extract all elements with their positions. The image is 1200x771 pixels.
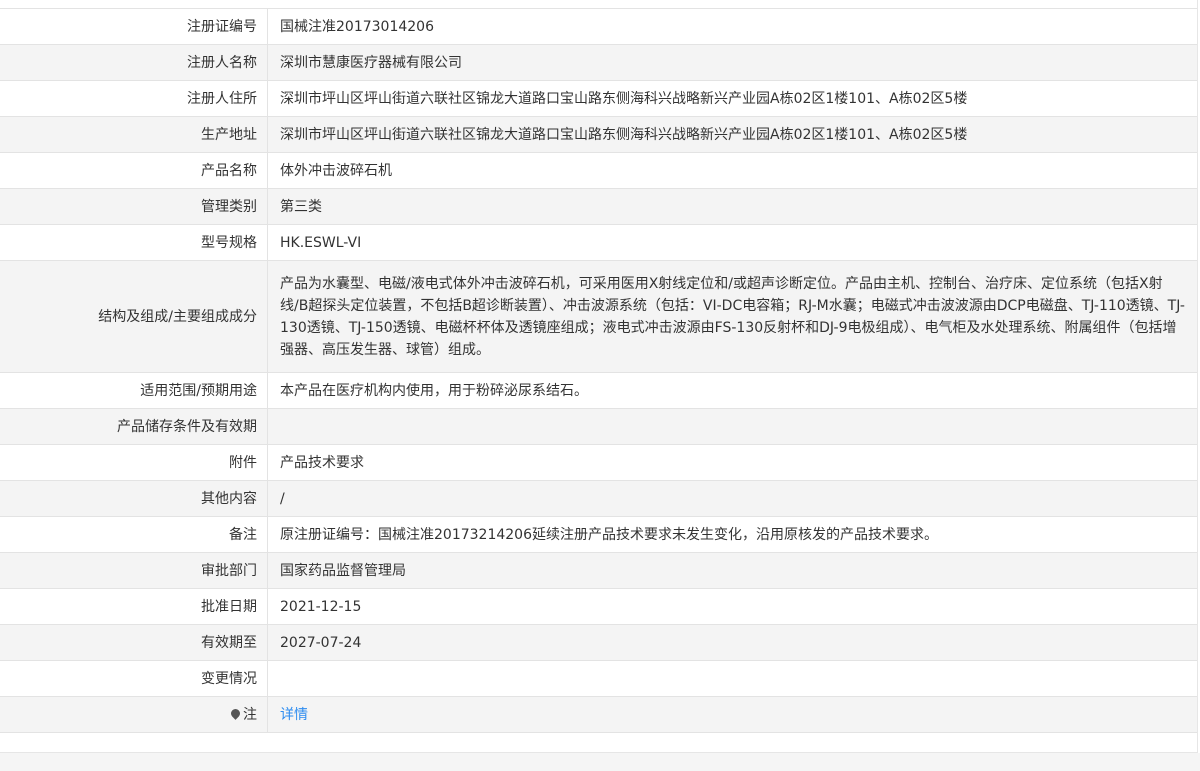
field-value: 产品技术要求 (267, 444, 1197, 481)
field-label: 生产地址 (0, 116, 268, 153)
field-label: 注册证编号 (0, 8, 268, 45)
field-label: 产品储存条件及有效期 (0, 408, 268, 445)
field-value: 国家药品监督管理局 (267, 552, 1197, 589)
row-model-spec: 型号规格 HK.ESWL-VI (0, 224, 1197, 261)
field-label: 型号规格 (0, 224, 268, 261)
row-remarks: 备注 原注册证编号：国械注准20173214206延续注册产品技术要求未发生变化… (0, 516, 1197, 553)
row-intended-use: 适用范围/预期用途 本产品在医疗机构内使用，用于粉碎泌尿系结石。 (0, 372, 1197, 409)
field-value: 产品为水囊型、电磁/液电式体外冲击波碎石机，可采用医用X射线定位和/或超声诊断定… (267, 260, 1197, 373)
field-label: 其他内容 (0, 480, 268, 517)
field-value: / (267, 480, 1197, 517)
field-label: 适用范围/预期用途 (0, 372, 268, 409)
field-value: 体外冲击波碎石机 (267, 152, 1197, 189)
field-label: 备注 (0, 516, 268, 553)
row-note: 注 详情 (0, 696, 1197, 733)
row-registration-number: 注册证编号 国械注准20173014206 (0, 8, 1197, 45)
details-link[interactable]: 详情 (280, 707, 308, 723)
field-value: 深圳市坪山区坪山街道六联社区锦龙大道路口宝山路东侧海科兴战略新兴产业园A栋02区… (267, 80, 1197, 117)
row-other-content: 其他内容 / (0, 480, 1197, 517)
field-value: 详情 (267, 696, 1197, 733)
field-label: 附件 (0, 444, 268, 481)
field-label-note: 注 (0, 696, 268, 733)
field-value (267, 408, 1197, 445)
detail-panel: 注册证编号 国械注准20173014206 注册人名称 深圳市慧康医疗器械有限公… (0, 0, 1198, 753)
page-background-strip (0, 753, 1200, 771)
row-attachment: 附件 产品技术要求 (0, 444, 1197, 481)
field-label: 管理类别 (0, 188, 268, 225)
row-registrant-address: 注册人住所 深圳市坪山区坪山街道六联社区锦龙大道路口宝山路东侧海科兴战略新兴产业… (0, 80, 1197, 117)
row-structure-composition: 结构及组成/主要组成成分 产品为水囊型、电磁/液电式体外冲击波碎石机，可采用医用… (0, 260, 1197, 373)
field-value: 第三类 (267, 188, 1197, 225)
row-change-status: 变更情况 (0, 660, 1197, 697)
field-value: 2027-07-24 (267, 624, 1197, 661)
field-label: 有效期至 (0, 624, 268, 661)
field-value (267, 660, 1197, 697)
row-registrant-name: 注册人名称 深圳市慧康医疗器械有限公司 (0, 44, 1197, 81)
row-approval-date: 批准日期 2021-12-15 (0, 588, 1197, 625)
field-value: 2021-12-15 (267, 588, 1197, 625)
note-label-text: 注 (243, 706, 257, 723)
field-label: 审批部门 (0, 552, 268, 589)
registration-detail-table: 注册证编号 国械注准20173014206 注册人名称 深圳市慧康医疗器械有限公… (0, 8, 1197, 733)
row-valid-until: 有效期至 2027-07-24 (0, 624, 1197, 661)
row-approval-department: 审批部门 国家药品监督管理局 (0, 552, 1197, 589)
row-management-class: 管理类别 第三类 (0, 188, 1197, 225)
row-storage-conditions: 产品储存条件及有效期 (0, 408, 1197, 445)
field-label: 产品名称 (0, 152, 268, 189)
row-product-name: 产品名称 体外冲击波碎石机 (0, 152, 1197, 189)
field-value: HK.ESWL-VI (267, 224, 1197, 261)
field-label: 注册人名称 (0, 44, 268, 81)
field-value: 深圳市慧康医疗器械有限公司 (267, 44, 1197, 81)
field-label: 结构及组成/主要组成成分 (0, 260, 268, 373)
field-label: 注册人住所 (0, 80, 268, 117)
row-production-address: 生产地址 深圳市坪山区坪山街道六联社区锦龙大道路口宝山路东侧海科兴战略新兴产业园… (0, 116, 1197, 153)
field-value: 深圳市坪山区坪山街道六联社区锦龙大道路口宝山路东侧海科兴战略新兴产业园A栋02区… (267, 116, 1197, 153)
field-label: 批准日期 (0, 588, 268, 625)
field-value: 本产品在医疗机构内使用，用于粉碎泌尿系结石。 (267, 372, 1197, 409)
field-value: 国械注准20173014206 (267, 8, 1197, 45)
map-pin-icon (229, 706, 242, 720)
field-value: 原注册证编号：国械注准20173214206延续注册产品技术要求未发生变化，沿用… (267, 516, 1197, 553)
field-label: 变更情况 (0, 660, 268, 697)
